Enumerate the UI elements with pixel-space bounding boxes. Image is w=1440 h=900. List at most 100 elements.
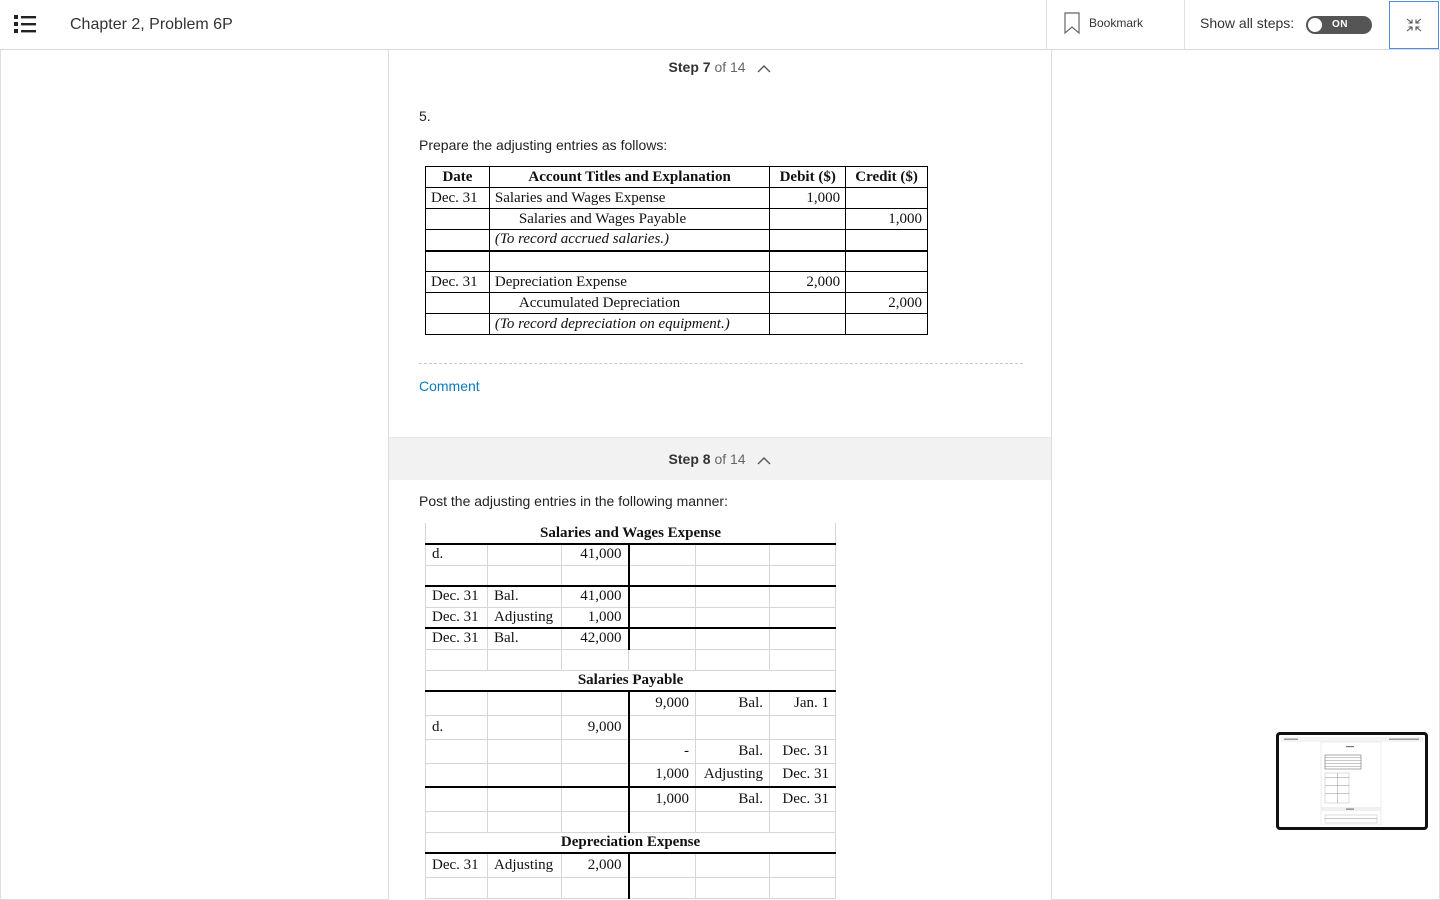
ledger-cell xyxy=(695,607,770,629)
chevron-up-icon[interactable] xyxy=(757,60,771,76)
explanation-cell: (To record accrued salaries.) xyxy=(488,229,771,251)
table-row xyxy=(425,565,837,587)
ledger-cell xyxy=(628,877,696,899)
page-thumbnail[interactable] xyxy=(1276,732,1428,830)
ledger-cell: Dec. 31 xyxy=(769,739,837,764)
ledger-cell xyxy=(487,715,562,740)
ledger-cell xyxy=(487,763,562,788)
step-label: Step 7 xyxy=(668,59,711,75)
date-cell xyxy=(425,208,490,230)
table-row: Dec. 31 Adjusting 1,000 xyxy=(425,607,837,629)
table-row: Salaries and Wages Payable 1,000 xyxy=(425,208,928,230)
step-8-header[interactable]: Step 8 of 14 xyxy=(389,451,1051,468)
ledger-cell xyxy=(628,627,696,650)
ledger-cell: Dec. 31 xyxy=(425,853,488,878)
ledger-cell xyxy=(425,763,488,788)
toggle-knob xyxy=(1307,17,1323,33)
column-header: Debit ($) xyxy=(769,166,847,188)
ledger-cell xyxy=(628,607,696,629)
ledger-cell xyxy=(425,649,488,671)
table-row xyxy=(425,249,928,272)
date-cell xyxy=(425,229,490,251)
ledger-cell xyxy=(561,763,630,788)
ledger-cell xyxy=(425,786,488,812)
step-7-header[interactable]: Step 7 of 14 xyxy=(389,59,1051,76)
show-all-steps-toggle[interactable]: ON xyxy=(1306,16,1372,34)
ledger-cell xyxy=(425,691,488,716)
table-row: Dec. 31 Adjusting 2,000 xyxy=(425,853,837,878)
ledger-cell xyxy=(628,585,696,608)
table-row: 9,000 Bal. Jan. 1 xyxy=(425,691,837,716)
ledger-cell: 41,000 xyxy=(561,544,630,566)
bookmark-label: Bookmark xyxy=(1089,16,1144,30)
ledger-cell xyxy=(487,739,562,764)
collapse-icon xyxy=(1406,18,1422,32)
ledger-cell: Bal. xyxy=(695,786,770,812)
top-bar: Chapter 2, Problem 6P Bookmark Show all … xyxy=(0,0,1440,50)
ledger-cell: Dec. 31 xyxy=(425,627,488,650)
ledger-cell xyxy=(695,811,770,833)
ledger-cell: Bal. xyxy=(695,739,770,764)
ledger-cell xyxy=(695,544,770,566)
section-divider xyxy=(419,363,1023,364)
table-row: 1,000 Bal. Dec. 31 xyxy=(425,786,837,812)
collapse-button[interactable] xyxy=(1389,1,1439,49)
date-cell: Dec. 31 xyxy=(425,271,490,293)
account-cell: Salaries and Wages Payable xyxy=(488,208,771,230)
ledger-cell xyxy=(425,565,488,587)
ledger-cell xyxy=(561,811,630,833)
ledger-cell: Adjusting xyxy=(487,853,562,878)
table-row: Dec. 31 Salaries and Wages Expense 1,000 xyxy=(425,187,928,209)
ledger-cell: 42,000 xyxy=(561,627,630,650)
column-header: Credit ($) xyxy=(845,166,928,188)
column-header: Account Titles and Explanation xyxy=(488,166,771,188)
ledger-cell xyxy=(695,853,770,878)
debit-cell xyxy=(769,292,847,314)
ledger-cell xyxy=(628,853,696,878)
credit-cell xyxy=(845,271,928,293)
ledger-cell xyxy=(769,649,837,671)
ledger-cell xyxy=(487,877,562,899)
ledger-cell xyxy=(769,877,837,899)
table-row xyxy=(425,811,837,833)
ledger-cell: Dec. 31 xyxy=(769,763,837,788)
comment-link[interactable]: Comment xyxy=(419,378,480,394)
ledger-cell xyxy=(628,811,696,833)
header-divider xyxy=(1046,0,1047,50)
ledger-cell xyxy=(561,786,630,812)
table-row xyxy=(425,877,837,899)
credit-cell xyxy=(845,187,928,209)
ledger-cell xyxy=(487,544,562,566)
t-account-title: Salaries and Wages Expense xyxy=(424,523,837,545)
ledger-cell: Adjusting xyxy=(695,763,770,788)
ledger-cell: Bal. xyxy=(695,691,770,716)
ledger-cell xyxy=(769,607,837,629)
page-title: Chapter 2, Problem 6P xyxy=(70,16,233,33)
debit-cell: 1,000 xyxy=(769,187,847,209)
ledger-cell xyxy=(769,544,837,566)
table-row: d. 9,000 xyxy=(425,715,837,740)
ledger-cell xyxy=(487,786,562,812)
debit-cell xyxy=(769,249,847,272)
table-row: Dec. 31 Bal. 42,000 xyxy=(425,627,837,650)
ledger-cell xyxy=(769,853,837,878)
ledger-cell xyxy=(561,565,630,587)
date-cell xyxy=(425,292,490,314)
ledger-cell xyxy=(487,565,562,587)
column-header: Date xyxy=(425,166,490,188)
debit-cell xyxy=(769,313,847,335)
step-intro-text: Prepare the adjusting entries as follows… xyxy=(419,137,668,153)
bookmark-button[interactable]: Bookmark xyxy=(1064,12,1143,34)
ledger-cell: 1,000 xyxy=(561,607,630,629)
chevron-up-icon[interactable] xyxy=(757,452,771,468)
ledger-cell: - xyxy=(628,739,696,764)
list-icon[interactable] xyxy=(14,14,36,34)
header-divider xyxy=(1184,0,1185,50)
table-row: (To record depreciation on equipment.) xyxy=(425,313,928,335)
ledger-cell: Dec. 31 xyxy=(769,786,837,812)
ledger-cell xyxy=(769,565,837,587)
debit-cell: 2,000 xyxy=(769,271,847,293)
ledger-cell xyxy=(695,627,770,650)
account-cell xyxy=(488,249,771,272)
step-count: of 14 xyxy=(714,59,746,75)
